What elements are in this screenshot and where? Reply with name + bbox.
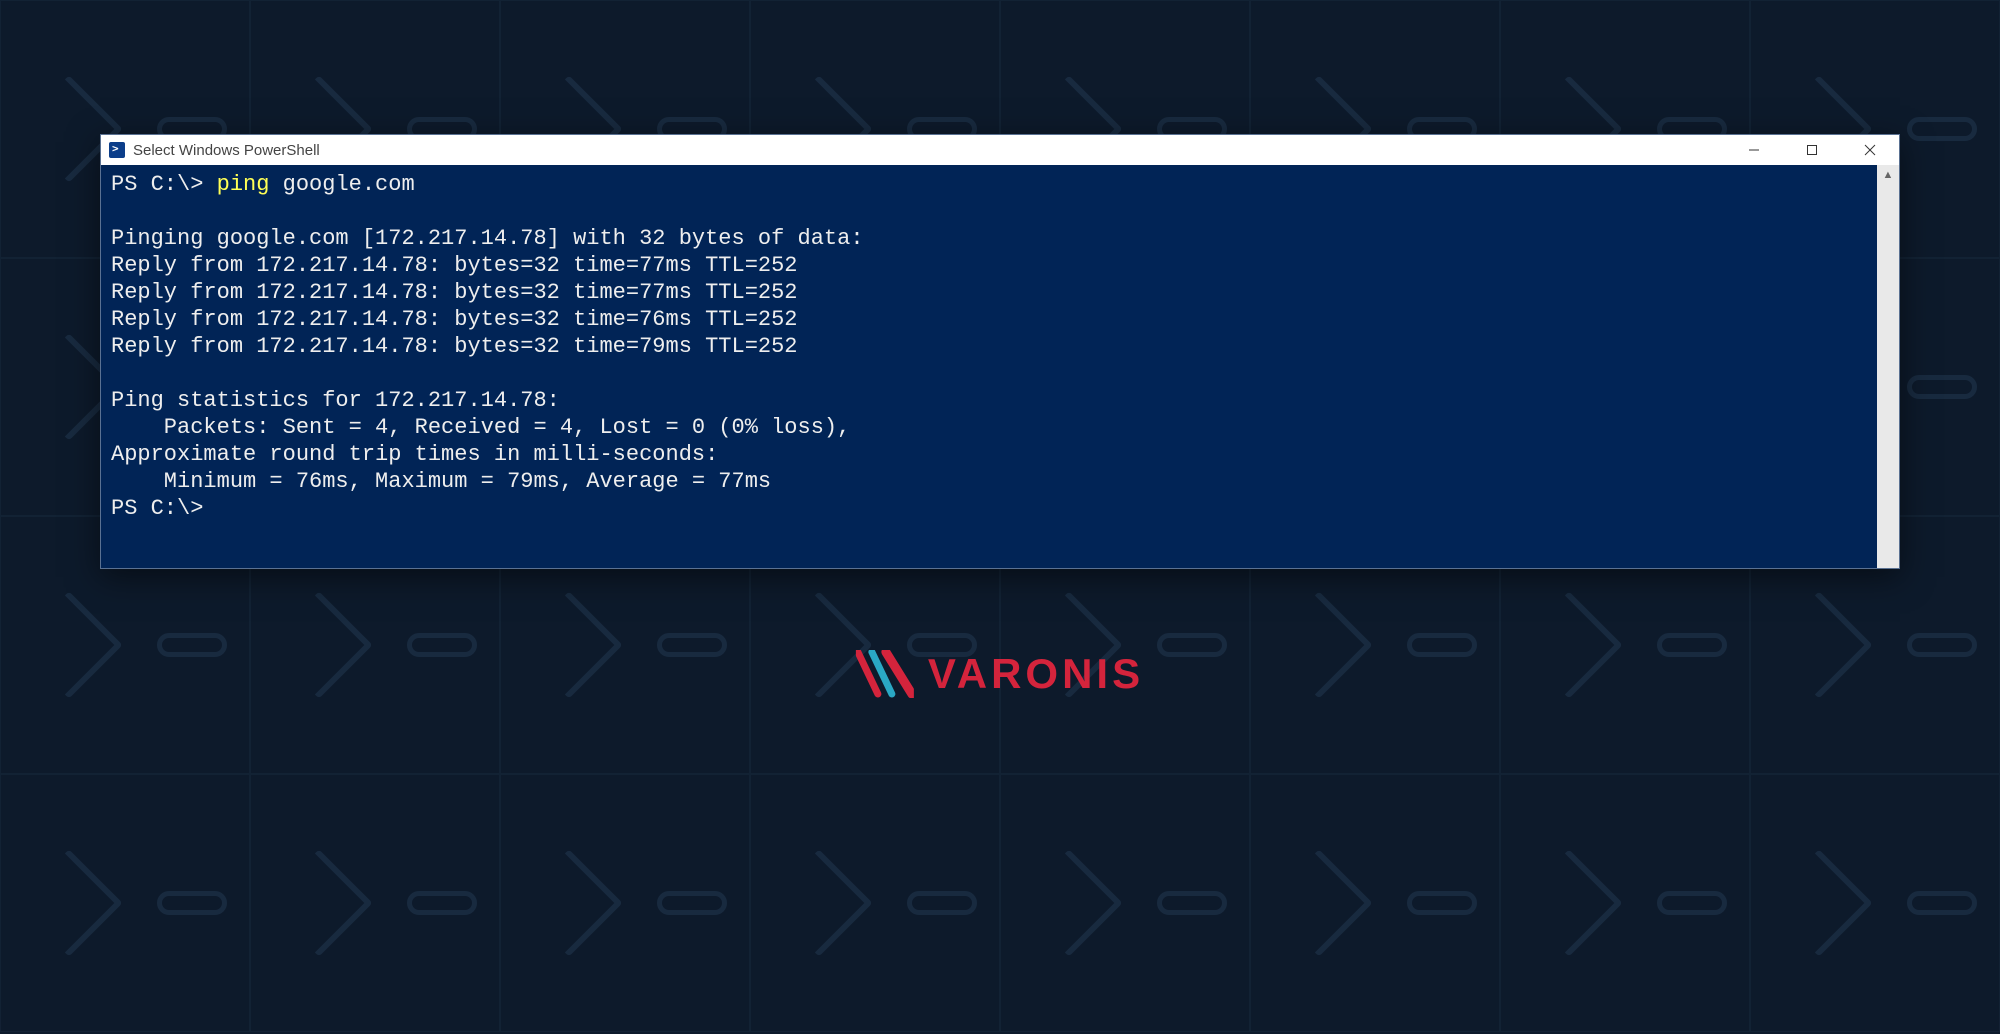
window-title: Select Windows PowerShell: [133, 142, 320, 159]
command-ping: ping: [217, 172, 270, 197]
terminal-output[interactable]: PS C:\> ping google.com Pinging google.c…: [101, 165, 1877, 568]
maximize-button[interactable]: [1783, 135, 1841, 165]
powershell-icon: [109, 142, 125, 158]
scroll-up-icon[interactable]: ▲: [1877, 165, 1899, 185]
minimize-button[interactable]: [1725, 135, 1783, 165]
output-line: Reply from 172.217.14.78: bytes=32 time=…: [111, 307, 798, 332]
output-line: Minimum = 76ms, Maximum = 79ms, Average …: [111, 469, 771, 494]
varonis-logo-icon: [856, 650, 914, 698]
varonis-logo: VARONIS: [856, 650, 1144, 698]
output-line: Reply from 172.217.14.78: bytes=32 time=…: [111, 334, 798, 359]
output-line: Approximate round trip times in milli-se…: [111, 442, 718, 467]
prompt: PS C:\>: [111, 496, 203, 521]
close-button[interactable]: [1841, 135, 1899, 165]
command-args: google.com: [269, 172, 414, 197]
output-line: Ping statistics for 172.217.14.78:: [111, 388, 560, 413]
output-line: Packets: Sent = 4, Received = 4, Lost = …: [111, 415, 850, 440]
scrollbar[interactable]: ▲: [1877, 165, 1899, 568]
titlebar[interactable]: Select Windows PowerShell: [101, 135, 1899, 165]
output-line: Reply from 172.217.14.78: bytes=32 time=…: [111, 253, 798, 278]
prompt-prefix: PS C:\>: [111, 172, 217, 197]
varonis-logo-text: VARONIS: [928, 650, 1144, 698]
output-line: Pinging google.com [172.217.14.78] with …: [111, 226, 864, 251]
output-line: Reply from 172.217.14.78: bytes=32 time=…: [111, 280, 798, 305]
powershell-window: Select Windows PowerShell PS C:\> ping g…: [100, 134, 1900, 569]
